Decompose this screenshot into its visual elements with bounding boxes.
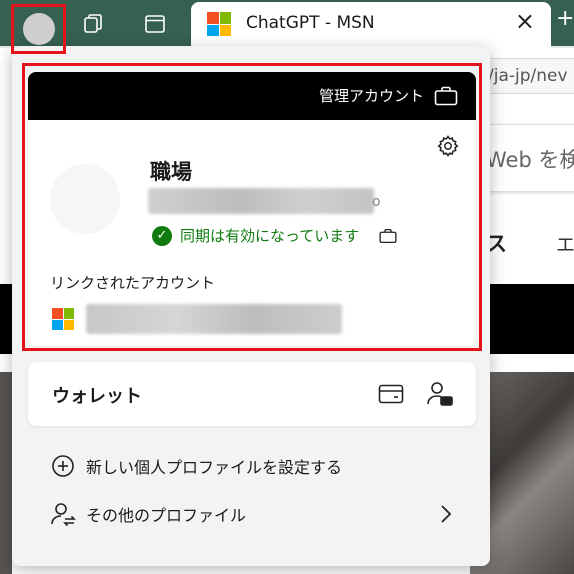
new-profile-label: 新しい個人プロファイルを設定する	[86, 458, 343, 477]
other-profiles-label: その他のプロファイル	[86, 506, 247, 525]
workspaces-icon[interactable]	[80, 11, 106, 37]
sync-status-text: 同期は有効になっています	[180, 227, 360, 245]
managed-account-label: 管理アカウント	[318, 87, 424, 105]
other-profiles-button[interactable]: その他のプロファイル	[28, 494, 476, 534]
page-banner-left	[0, 284, 12, 354]
wallet-button[interactable]: ウォレット	[28, 362, 476, 426]
briefcase-icon	[379, 228, 397, 243]
settings-button[interactable]	[434, 132, 462, 160]
chevron-right-icon	[441, 505, 452, 523]
tab-title: ChatGPT - MSN	[246, 13, 375, 33]
tab-actions-icon[interactable]	[142, 11, 168, 37]
page-nav-item[interactable]: エ	[556, 230, 574, 257]
email-redacted	[148, 188, 374, 214]
email-tail: o	[372, 194, 381, 210]
linked-account-redacted[interactable]	[86, 304, 342, 334]
address-text: /ja-jp/nev	[488, 66, 568, 86]
switch-profile-icon	[50, 501, 76, 527]
managed-account-header: 管理アカウント	[28, 72, 476, 120]
page-image-left	[0, 372, 12, 574]
profile-button[interactable]	[11, 4, 66, 54]
new-tab-button[interactable]: +	[556, 6, 574, 31]
close-tab-button[interactable]: ×	[515, 9, 535, 33]
work-account-card: 管理アカウント 職場 o ✓ 同期は有効になっています リンクされたアカウント	[28, 72, 476, 346]
microsoft-logo-icon	[52, 308, 74, 330]
tab-msn[interactable]: ChatGPT - MSN ×	[191, 2, 551, 48]
wallet-label: ウォレット	[52, 386, 142, 407]
check-circle-icon: ✓	[152, 225, 172, 246]
sync-status: ✓ 同期は有効になっています	[152, 225, 397, 246]
tab-bar: ChatGPT - MSN × +	[0, 0, 574, 48]
linked-accounts-label: リンクされたアカウント	[50, 274, 216, 292]
msn-logo-icon	[207, 12, 231, 36]
avatar	[22, 13, 55, 45]
person-card-icon[interactable]	[426, 380, 454, 408]
work-profile-name: 職場	[150, 160, 192, 184]
briefcase-icon	[434, 86, 458, 106]
add-circle-icon	[50, 453, 76, 479]
work-avatar	[50, 164, 120, 234]
new-personal-profile-button[interactable]: 新しい個人プロファイルを設定する	[28, 446, 476, 486]
credit-card-icon[interactable]	[378, 384, 404, 404]
gear-icon	[437, 135, 459, 157]
search-placeholder: Web を検	[486, 148, 574, 172]
